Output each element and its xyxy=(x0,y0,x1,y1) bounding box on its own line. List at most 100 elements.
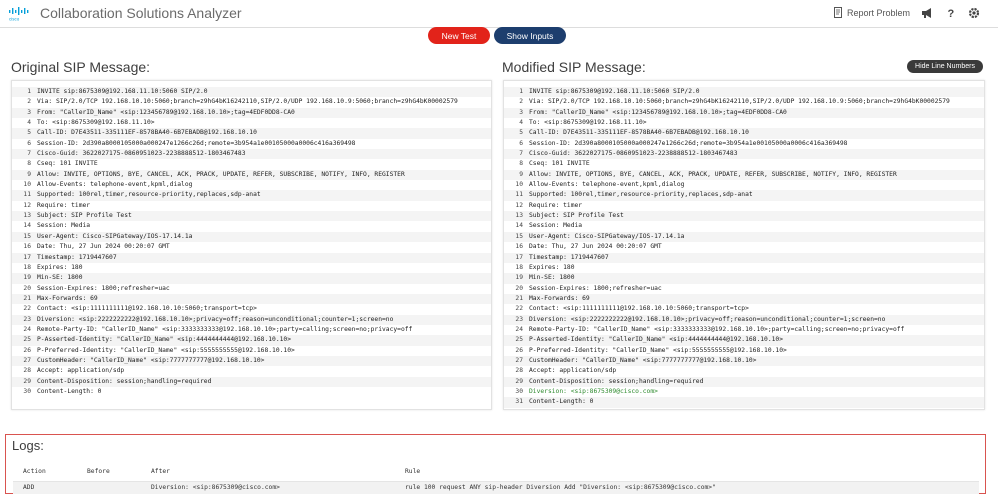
code-line: 2 Via: SIP/2.0/TCP 192.168.10.10:5060;bra… xyxy=(504,97,984,107)
logs-table-row: ADD Diversion: <sip:8675309@cisco.com> r… xyxy=(13,481,979,494)
modified-message-box[interactable]: 1 INVITE sip:8675309@192.168.11.10:5060 S… xyxy=(503,80,985,410)
logs-cell-rule: rule 100 request ANY sip-header Diversio… xyxy=(405,484,716,491)
line-number: 22 xyxy=(515,305,523,313)
line-text: Date: Thu, 27 Jun 2024 00:20:07 GMT xyxy=(37,243,170,251)
logs-header-action: Action xyxy=(23,468,46,475)
megaphone-icon[interactable] xyxy=(920,6,934,20)
code-line-added: 30 Diversion: <sip:8675309@cisco.com> xyxy=(504,387,984,397)
help-icon[interactable]: ? xyxy=(944,6,958,20)
code-line: 21 Max-Forwards: 69 xyxy=(504,293,984,305)
code-line: 7 Cisco-Guid: 3622027175-0860951023-22388… xyxy=(504,149,984,160)
code-line: 28 Accept: application/sdp xyxy=(12,366,491,376)
code-line: 10 Allow-Events: telephone-event,kpml,dia… xyxy=(12,180,491,190)
line-number: 12 xyxy=(515,201,523,209)
logs-header-rule: Rule xyxy=(405,468,421,475)
code-line: 8 Cseq: 101 INVITE xyxy=(12,159,491,169)
line-number: 2 xyxy=(27,98,31,106)
line-number: 14 xyxy=(515,222,523,230)
line-number: 19 xyxy=(23,274,31,282)
code-line: 24 Remote-Party-ID: "CallerID_Name" <sip:… xyxy=(12,325,491,335)
line-number: 9 xyxy=(27,170,31,178)
line-text: Session: Media xyxy=(529,222,583,230)
line-text: Timestamp: 1719447607 xyxy=(529,253,609,261)
code-line: 1 INVITE sip:8675309@192.168.11.10:5060 S… xyxy=(12,87,491,98)
line-text: Require: timer xyxy=(529,201,583,209)
line-number: 18 xyxy=(23,263,31,271)
line-number: 15 xyxy=(515,232,523,240)
code-line: 23 Diversion: <sip:2222222222@192.168.10.… xyxy=(12,314,491,325)
hide-line-numbers-button[interactable]: Hide Line Numbers xyxy=(907,60,983,73)
line-text: CustomHeader: "CallerID_Name" <sip:77777… xyxy=(37,356,265,364)
report-problem-link[interactable]: Report Problem xyxy=(833,7,910,18)
line-number: 2 xyxy=(519,98,523,106)
code-line: 12 Require: timer xyxy=(504,201,984,211)
code-line: 29 Content-Disposition: session;handling=… xyxy=(504,376,984,387)
line-number: 20 xyxy=(515,284,523,292)
line-text: Cseq: 101 INVITE xyxy=(529,160,590,168)
code-line: 18 Expires: 180 xyxy=(504,263,984,273)
line-text: Diversion: <sip:2222222222@192.168.10.10… xyxy=(37,315,394,323)
line-text: Supported: 100rel,timer,resource-priorit… xyxy=(529,191,753,199)
code-line: 23 Diversion: <sip:2222222222@192.168.10.… xyxy=(504,314,984,325)
line-number: 30 xyxy=(23,387,31,395)
new-test-button[interactable]: New Test xyxy=(428,27,490,44)
gear-icon[interactable] xyxy=(967,6,981,20)
line-text: P-Preferred-Identity: "CallerID_Name" <s… xyxy=(37,346,295,354)
action-bar: New Test Show Inputs xyxy=(0,27,998,47)
line-text: Cisco-Guid: 3622027175-0860951023-223888… xyxy=(529,150,738,158)
code-line: 7 Cisco-Guid: 3622027175-0860951023-22388… xyxy=(12,149,491,160)
line-number: 7 xyxy=(27,150,31,158)
code-line: 9 Allow: INVITE, OPTIONS, BYE, CANCEL, AC… xyxy=(12,169,491,181)
line-number: 8 xyxy=(27,160,31,168)
line-text: Call-ID: D7E43511-335111EF-8578BA40-6B7E… xyxy=(529,129,749,137)
line-number: 4 xyxy=(519,119,523,127)
line-text: Subject: SIP Profile Test xyxy=(529,212,624,220)
code-line: 31 Content-Length: 0 xyxy=(504,397,984,408)
code-line: 14 Session: Media xyxy=(12,221,491,231)
code-line: 4 To: <sip:8675309@192.168.11.10> xyxy=(12,118,491,128)
code-line: 8 Cseq: 101 INVITE xyxy=(504,159,984,169)
code-line: 28 Accept: application/sdp xyxy=(504,366,984,376)
line-text: Max-Forwards: 69 xyxy=(529,294,590,302)
line-text: To: <sip:8675309@192.168.11.10> xyxy=(529,119,647,127)
line-number: 29 xyxy=(515,377,523,385)
code-line: 6 Session-ID: 2d390a8000105000a000247e126… xyxy=(12,139,491,149)
line-number: 28 xyxy=(515,367,523,375)
modified-panel-title: Modified SIP Message: xyxy=(502,59,646,75)
code-line: 4 To: <sip:8675309@192.168.11.10> xyxy=(504,118,984,128)
line-text: From: "CallerID_Name" <sip:123456789@192… xyxy=(529,108,787,116)
original-message-box[interactable]: 1 INVITE sip:8675309@192.168.11.10:5060 S… xyxy=(11,80,492,410)
line-text: Cisco-Guid: 3622027175-0860951023-223888… xyxy=(37,150,246,158)
show-inputs-button[interactable]: Show Inputs xyxy=(494,27,566,44)
line-number: 25 xyxy=(515,336,523,344)
line-text: Min-SE: 1800 xyxy=(529,274,575,282)
line-text: P-Preferred-Identity: "CallerID_Name" <s… xyxy=(529,346,787,354)
code-line: 3 From: "CallerID_Name" <sip:123456789@19… xyxy=(12,107,491,119)
line-number: 9 xyxy=(519,170,523,178)
code-line: 19 Min-SE: 1800 xyxy=(12,273,491,284)
line-number: 3 xyxy=(27,108,31,116)
line-number: 1 xyxy=(519,88,523,95)
line-number: 21 xyxy=(23,294,31,302)
line-number: 14 xyxy=(23,222,31,230)
line-number: 28 xyxy=(23,367,31,375)
line-number: 16 xyxy=(515,243,523,251)
app-title: Collaboration Solutions Analyzer xyxy=(40,5,242,21)
line-text: Remote-Party-ID: "CallerID_Name" <sip:33… xyxy=(37,325,413,333)
line-text: Allow-Events: telephone-event,kpml,dialo… xyxy=(37,181,193,189)
logs-cell-action: ADD xyxy=(23,484,35,491)
original-panel-title: Original SIP Message: xyxy=(11,59,151,75)
line-text: Require: timer xyxy=(37,201,91,209)
svg-text:cisco: cisco xyxy=(9,17,20,22)
logs-cell-after: Diversion: <sip:8675309@cisco.com> xyxy=(151,484,280,491)
line-text: User-Agent: Cisco-SIPGateway/IOS-17.14.1… xyxy=(37,232,193,240)
cisco-logo: cisco xyxy=(9,7,29,22)
line-number: 12 xyxy=(23,201,31,209)
code-line: 2 Via: SIP/2.0/TCP 192.168.10.10:5060;bra… xyxy=(12,97,491,107)
line-text: CustomHeader: "CallerID_Name" <sip:77777… xyxy=(529,356,757,364)
line-number: 27 xyxy=(23,356,31,364)
line-text: Cseq: 101 INVITE xyxy=(37,160,98,168)
line-text: Session-ID: 2d390a8000105000a000247e1266… xyxy=(529,139,848,147)
line-number: 16 xyxy=(23,243,31,251)
code-line: 19 Min-SE: 1800 xyxy=(504,273,984,284)
